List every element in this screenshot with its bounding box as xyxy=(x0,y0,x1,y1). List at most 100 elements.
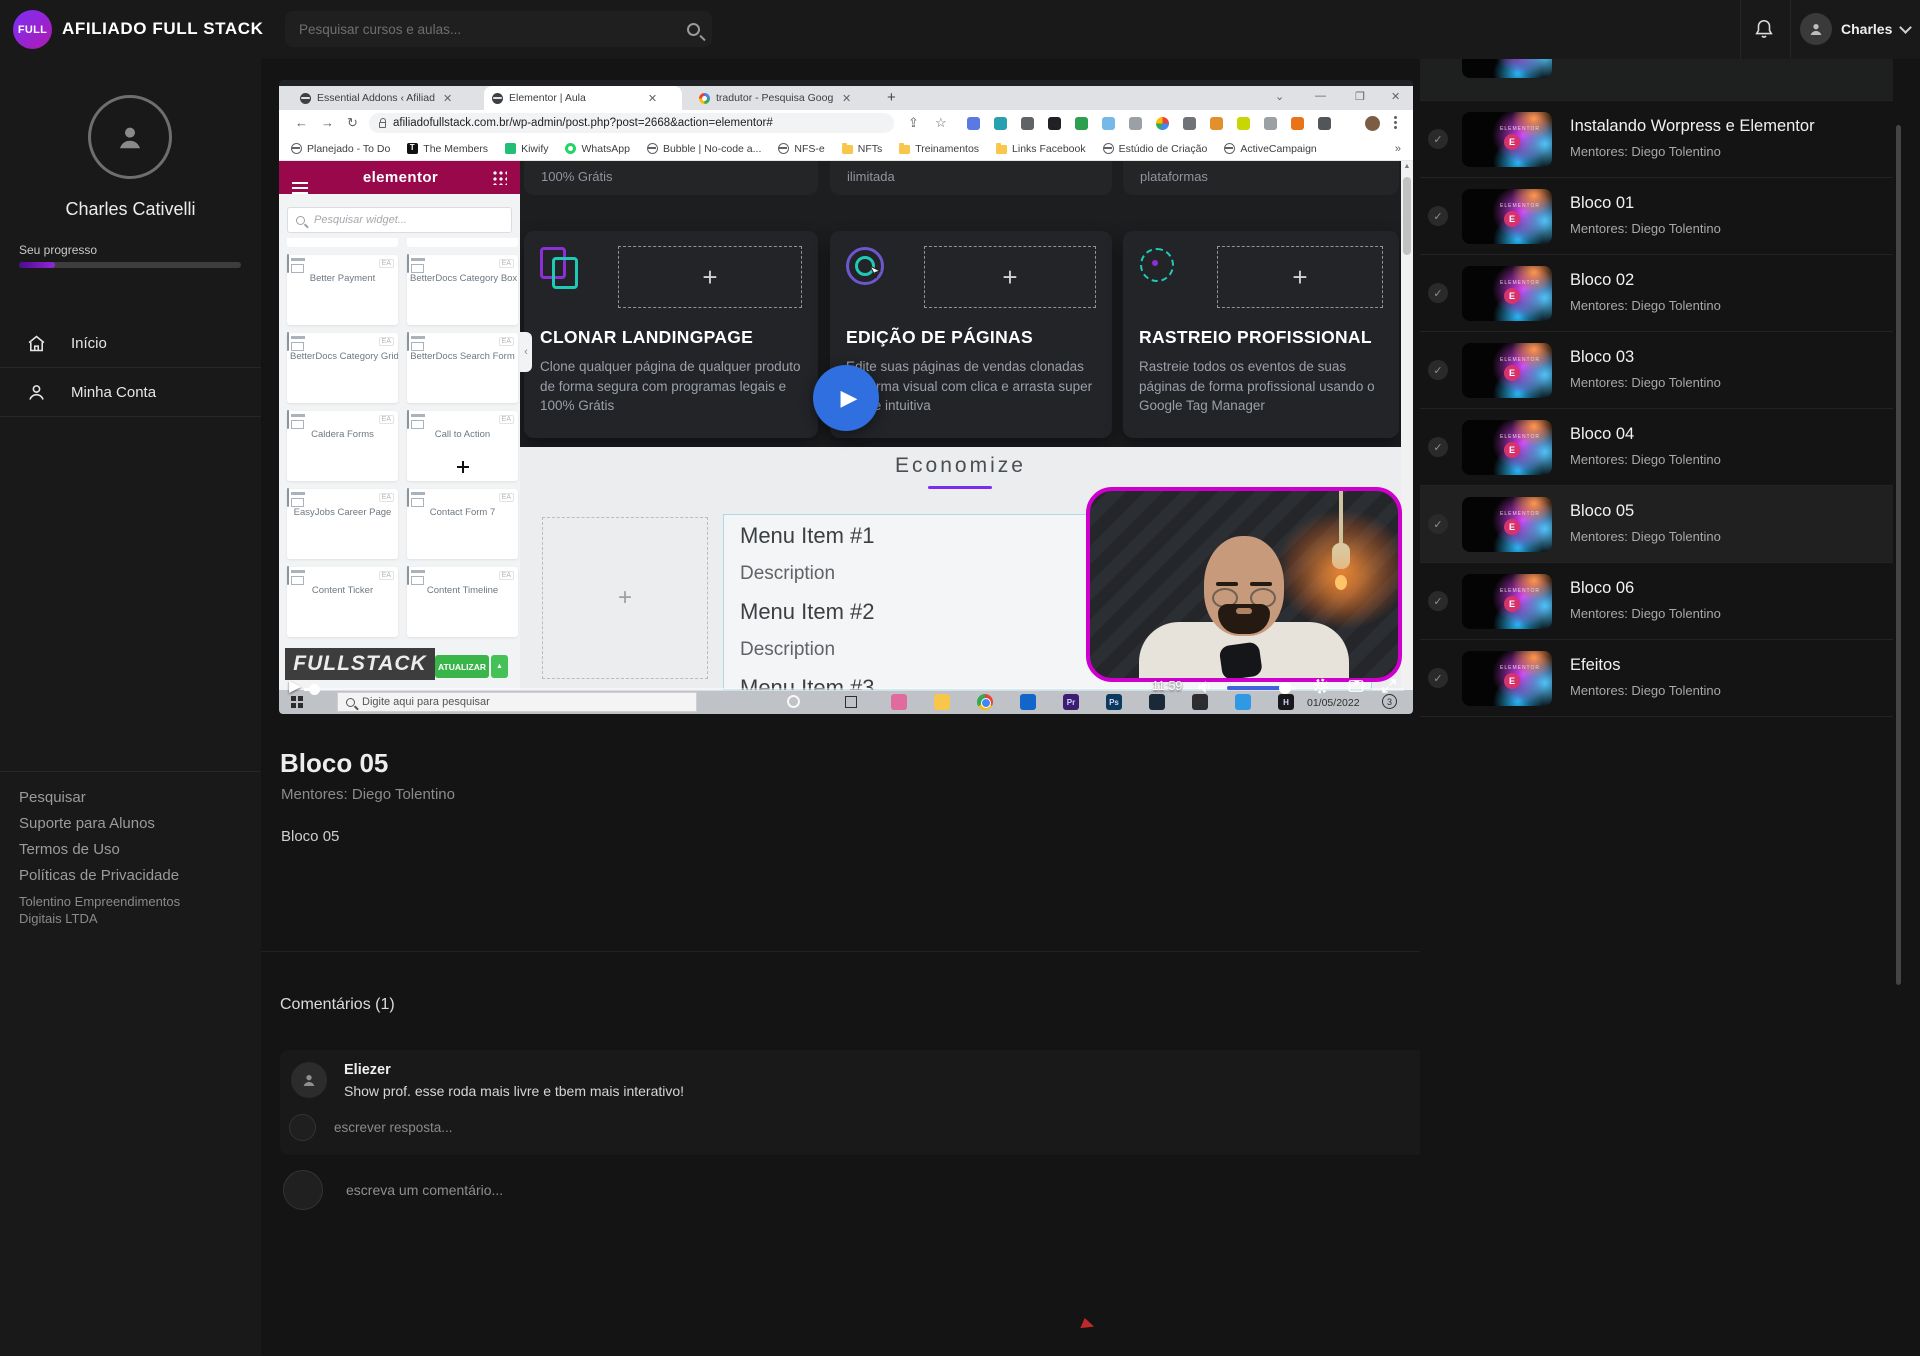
extension-icon xyxy=(1264,117,1277,130)
bookmark-item: Estúdio de Criação xyxy=(1103,143,1208,155)
browser-tabstrip: Essential Addons ‹ Afiliado Full S ✕ Ele… xyxy=(279,86,1413,110)
volume-fill xyxy=(1227,686,1285,690)
playlist-item-mentors: Mentores: Diego Tolentino xyxy=(1570,221,1721,236)
footer-link[interactable]: Pesquisar xyxy=(19,789,179,806)
lesson-thumbnail: ELEMENTOR E xyxy=(1462,497,1552,552)
extension-icon xyxy=(1021,117,1034,130)
search-input[interactable] xyxy=(297,21,687,38)
widget-card: EA EasyJobs Career Page xyxy=(287,489,398,559)
extension-icon xyxy=(1075,117,1088,130)
lesson-mentors: Mentores: Diego Tolentino xyxy=(281,786,455,803)
ea-badge: EA xyxy=(379,571,394,580)
playlist-item-title: Bloco 03 xyxy=(1570,348,1634,367)
bookmark-label: Treinamentos xyxy=(915,143,979,155)
completed-check-icon[interactable]: ✓ xyxy=(1428,514,1448,534)
playlist-row[interactable]: ✓ ELEMENTOR E Bloco 05 Mentores: Diego T… xyxy=(1420,486,1893,563)
volume-knob[interactable] xyxy=(1279,682,1291,694)
bookmark-label: The Members xyxy=(423,143,488,155)
notifications-bell-icon[interactable] xyxy=(1753,18,1775,40)
lesson-thumbnail: ELEMENTOR E xyxy=(1462,266,1552,321)
browser-profile-icon xyxy=(1365,116,1380,131)
section-title: Economize xyxy=(520,454,1401,478)
ea-badge: EA xyxy=(379,259,394,268)
reply-avatar xyxy=(289,1114,316,1141)
thumbnail-brand-text: ELEMENTOR xyxy=(1500,511,1540,517)
footer-link[interactable]: Termos de Uso xyxy=(19,841,179,858)
partial-card: plataformas xyxy=(1123,161,1399,195)
window-minimize-icon: — xyxy=(1315,90,1326,102)
refresh-icon: ↻ xyxy=(347,115,358,131)
widget-label: Call to Action xyxy=(407,429,518,440)
feature-cards-row: + CLONAR LANDINGPAGE Clone qualquer pági… xyxy=(524,231,1399,438)
playlist-row[interactable]: ✓ ELEMENTOR E Bloco 06 Mentores: Diego T… xyxy=(1420,563,1893,640)
taskbar-app-icon xyxy=(977,694,993,710)
brand-logo[interactable]: FULL xyxy=(13,10,52,49)
brand-title[interactable]: AFILIADO FULL STACK xyxy=(62,19,264,39)
completed-check-icon[interactable]: ✓ xyxy=(1428,591,1448,611)
widget-card: EA BetterDocs Category Grid xyxy=(287,333,398,403)
elementor-logo-icon: E xyxy=(1504,519,1520,535)
completed-check-icon[interactable]: ✓ xyxy=(1428,360,1448,380)
user-menu[interactable]: Charles xyxy=(1800,13,1910,45)
playlist-scrollbar-thumb[interactable] xyxy=(1896,125,1901,985)
search-icon[interactable] xyxy=(687,23,700,36)
completed-check-icon[interactable]: ✓ xyxy=(1428,206,1448,226)
ea-badge: EA xyxy=(499,337,514,346)
fullstack-watermark: FULLSTACK xyxy=(285,648,435,680)
pip-icon[interactable] xyxy=(1347,677,1365,695)
elementor-logo-icon: E xyxy=(1504,134,1520,150)
red-annotation-mark xyxy=(1080,1318,1095,1333)
completed-check-icon[interactable]: ✓ xyxy=(1428,129,1448,149)
play-button[interactable]: ▶ xyxy=(289,676,301,696)
playlist-row[interactable]: ✓ ELEMENTOR E Bloco 01 Mentores: Diego T… xyxy=(1420,178,1893,255)
footer-link[interactable]: Políticas de Privacidade xyxy=(19,867,179,884)
sidebar-divider xyxy=(0,416,261,417)
sidebar-item-inicio[interactable]: Início xyxy=(0,319,261,367)
site-favicon-icon xyxy=(492,93,503,104)
course-search xyxy=(285,11,712,47)
completed-check-icon[interactable]: ✓ xyxy=(1428,437,1448,457)
feature-card-icon xyxy=(1137,245,1179,287)
volume-slider[interactable] xyxy=(1227,686,1297,690)
bookmark-label: NFS-e xyxy=(794,143,824,155)
settings-gear-icon[interactable] xyxy=(1312,677,1330,695)
back-icon: ← xyxy=(295,115,308,130)
ea-badge: EA xyxy=(499,415,514,424)
widget-icon xyxy=(407,332,409,351)
window-close-icon: ✕ xyxy=(1391,90,1400,103)
windows-start-icon xyxy=(291,696,303,708)
widget-card-partial xyxy=(407,238,518,247)
fullscreen-icon[interactable] xyxy=(1380,677,1398,695)
elementor-logo-icon: E xyxy=(1504,673,1520,689)
bookmark-icon xyxy=(565,143,576,154)
playlist-row[interactable]: ✓ ELEMENTOR E Bloco 03 Mentores: Diego T… xyxy=(1420,332,1893,409)
footer-link[interactable]: Suporte para Alunos xyxy=(19,815,179,832)
big-play-button[interactable]: ▶ xyxy=(813,365,879,431)
bookmark-item: The Members xyxy=(407,143,488,155)
extension-icon xyxy=(1210,117,1223,130)
playlist-row[interactable]: ✓ ELEMENTOR E Bloco 04 Mentores: Diego T… xyxy=(1420,409,1893,486)
playlist-row[interactable]: ✓ ELEMENTOR E Bloco 02 Mentores: Diego T… xyxy=(1420,255,1893,332)
bookmark-label: NFTs xyxy=(858,143,883,155)
lesson-playlist: ✓ ELEMENTOR E Instalando Worpress e Elem… xyxy=(1420,59,1920,1356)
user-icon xyxy=(26,382,47,403)
completed-check-icon[interactable]: ✓ xyxy=(1428,668,1448,688)
empty-column-dashed-box: + xyxy=(542,517,708,679)
completed-check-icon[interactable]: ✓ xyxy=(1428,283,1448,303)
sidebar-item-minha-conta[interactable]: Minha Conta xyxy=(0,368,261,416)
playlist-row[interactable]: ✓ ELEMENTOR E Efeitos Mentores: Diego To… xyxy=(1420,640,1893,717)
widget-icon xyxy=(287,332,289,351)
ea-badge: EA xyxy=(499,493,514,502)
progress-knob[interactable] xyxy=(309,684,320,695)
playlist-row[interactable]: ✓ ELEMENTOR E Instalando Worpress e Elem… xyxy=(1420,101,1893,178)
feature-card-icon xyxy=(538,245,580,287)
widget-icon xyxy=(287,488,289,507)
widget-card: EA Caldera Forms xyxy=(287,411,398,481)
feature-card-title: RASTREIO PROFISSIONAL xyxy=(1139,327,1372,348)
thumbnail-brand-text: ELEMENTOR xyxy=(1500,280,1540,286)
atualizar-button: ATUALIZAR xyxy=(435,655,489,678)
taskbar-app-icon: Pr xyxy=(1063,694,1079,710)
video-player[interactable]: Essential Addons ‹ Afiliado Full S ✕ Ele… xyxy=(279,80,1413,714)
volume-icon[interactable] xyxy=(1196,678,1214,696)
extension-icon xyxy=(1156,117,1169,130)
